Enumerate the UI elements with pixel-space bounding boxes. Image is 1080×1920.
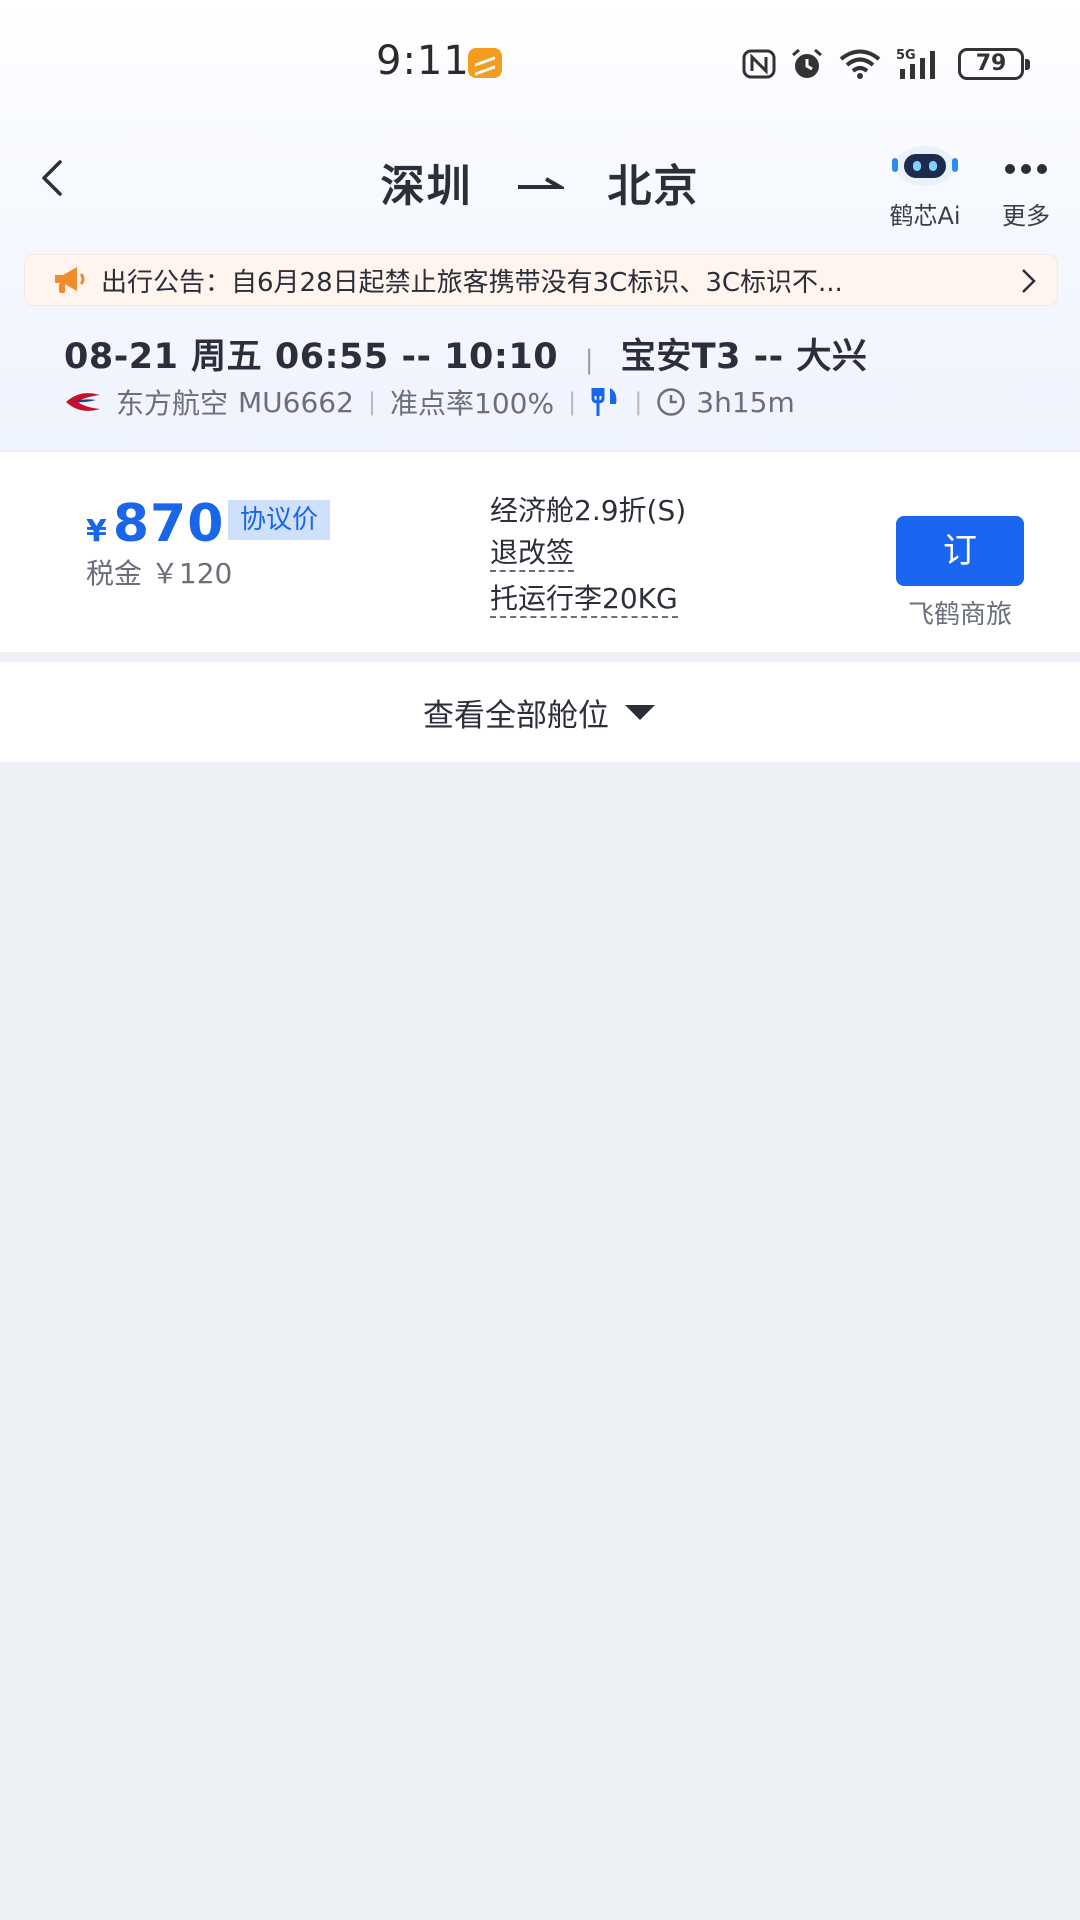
cellular-signal-icon: 5G: [896, 48, 935, 79]
flight-details: 东方航空 MU6662 | 准点率100% | | 3h15m: [64, 382, 795, 422]
price-amount: 870: [112, 494, 225, 554]
nfc-icon: [742, 49, 776, 79]
cabin-class: 经济舱2.9折(S): [490, 494, 687, 527]
fare-card: ¥ 870 协议价 税金 ￥120 经济舱2.9折(S) 退改签 托运行李20K…: [0, 452, 1080, 652]
baggage-allowance-link[interactable]: 托运行李20KG: [490, 582, 678, 618]
ai-assistant-label: 鹤芯Ai: [889, 202, 961, 230]
flight-schedule: 08-21 周五 06:55 -- 10:10 | 宝安T3 -- 大兴: [64, 328, 867, 379]
refund-change-link[interactable]: 退改签: [490, 536, 575, 572]
provider-name: 飞鹤商旅: [907, 600, 1012, 630]
system-icons: 5G 79: [742, 44, 1030, 84]
flight-weekday: 周五: [191, 337, 263, 377]
ai-assistant-button[interactable]: 鹤芯Ai: [880, 140, 970, 231]
flight-airports: 宝安T3 -- 大兴: [620, 337, 868, 377]
more-label: 更多: [1002, 202, 1050, 230]
tax-amount: 税金 ￥120: [86, 557, 233, 590]
app-notification-icon: [468, 48, 502, 78]
clock-icon: [657, 388, 686, 416]
divider: |: [584, 345, 595, 375]
flight-date: 08-21: [64, 337, 179, 377]
currency-symbol: ¥: [86, 514, 107, 549]
meal-icon: [591, 388, 617, 416]
status-time: 9:11: [376, 38, 470, 84]
more-dots-icon: [990, 140, 1062, 188]
divider: |: [367, 388, 377, 416]
route-from: 深圳: [380, 161, 473, 212]
more-button[interactable]: 更多: [990, 140, 1062, 231]
cabin-info: 经济舱2.9折(S) 退改签 托运行李20KG: [490, 490, 686, 624]
flight-number: MU6662: [238, 385, 354, 419]
travel-notice-bar[interactable]: 出行公告：自6月28日起禁止旅客携带没有3C标识、3C标识不...: [24, 254, 1058, 306]
view-all-cabins-button[interactable]: 查看全部舱位: [0, 662, 1080, 762]
divider: |: [634, 388, 643, 416]
notice-text: 出行公告：自6月28日起禁止旅客携带没有3C标识、3C标识不...: [101, 267, 843, 298]
price: ¥ 870: [86, 494, 224, 554]
route-to: 北京: [607, 161, 700, 212]
airline-logo-icon: [66, 393, 100, 411]
status-bar: 9:11 5G 79: [0, 0, 1080, 120]
battery-indicator: 79: [958, 48, 1030, 80]
book-button[interactable]: 订: [896, 516, 1024, 586]
megaphone-icon: [55, 267, 85, 293]
caret-down-icon: [625, 705, 655, 720]
on-time-rate: 准点率100%: [390, 387, 555, 420]
alarm-icon: [792, 48, 822, 78]
route-arrow-icon: [518, 177, 564, 189]
chevron-right-icon: [1022, 269, 1036, 293]
agreement-price-tag: 协议价: [228, 500, 331, 540]
wifi-icon: [839, 49, 881, 79]
signal-type-label: 5G: [896, 48, 916, 63]
battery-level: 79: [975, 51, 1007, 76]
view-all-cabins-label: 查看全部舱位: [423, 697, 609, 734]
flight-times: 06:55 -- 10:10: [274, 337, 559, 377]
robot-icon: [892, 146, 958, 186]
flight-duration: 3h15m: [696, 385, 795, 419]
divider: |: [568, 388, 577, 416]
airline-name: 东方航空: [116, 387, 229, 420]
